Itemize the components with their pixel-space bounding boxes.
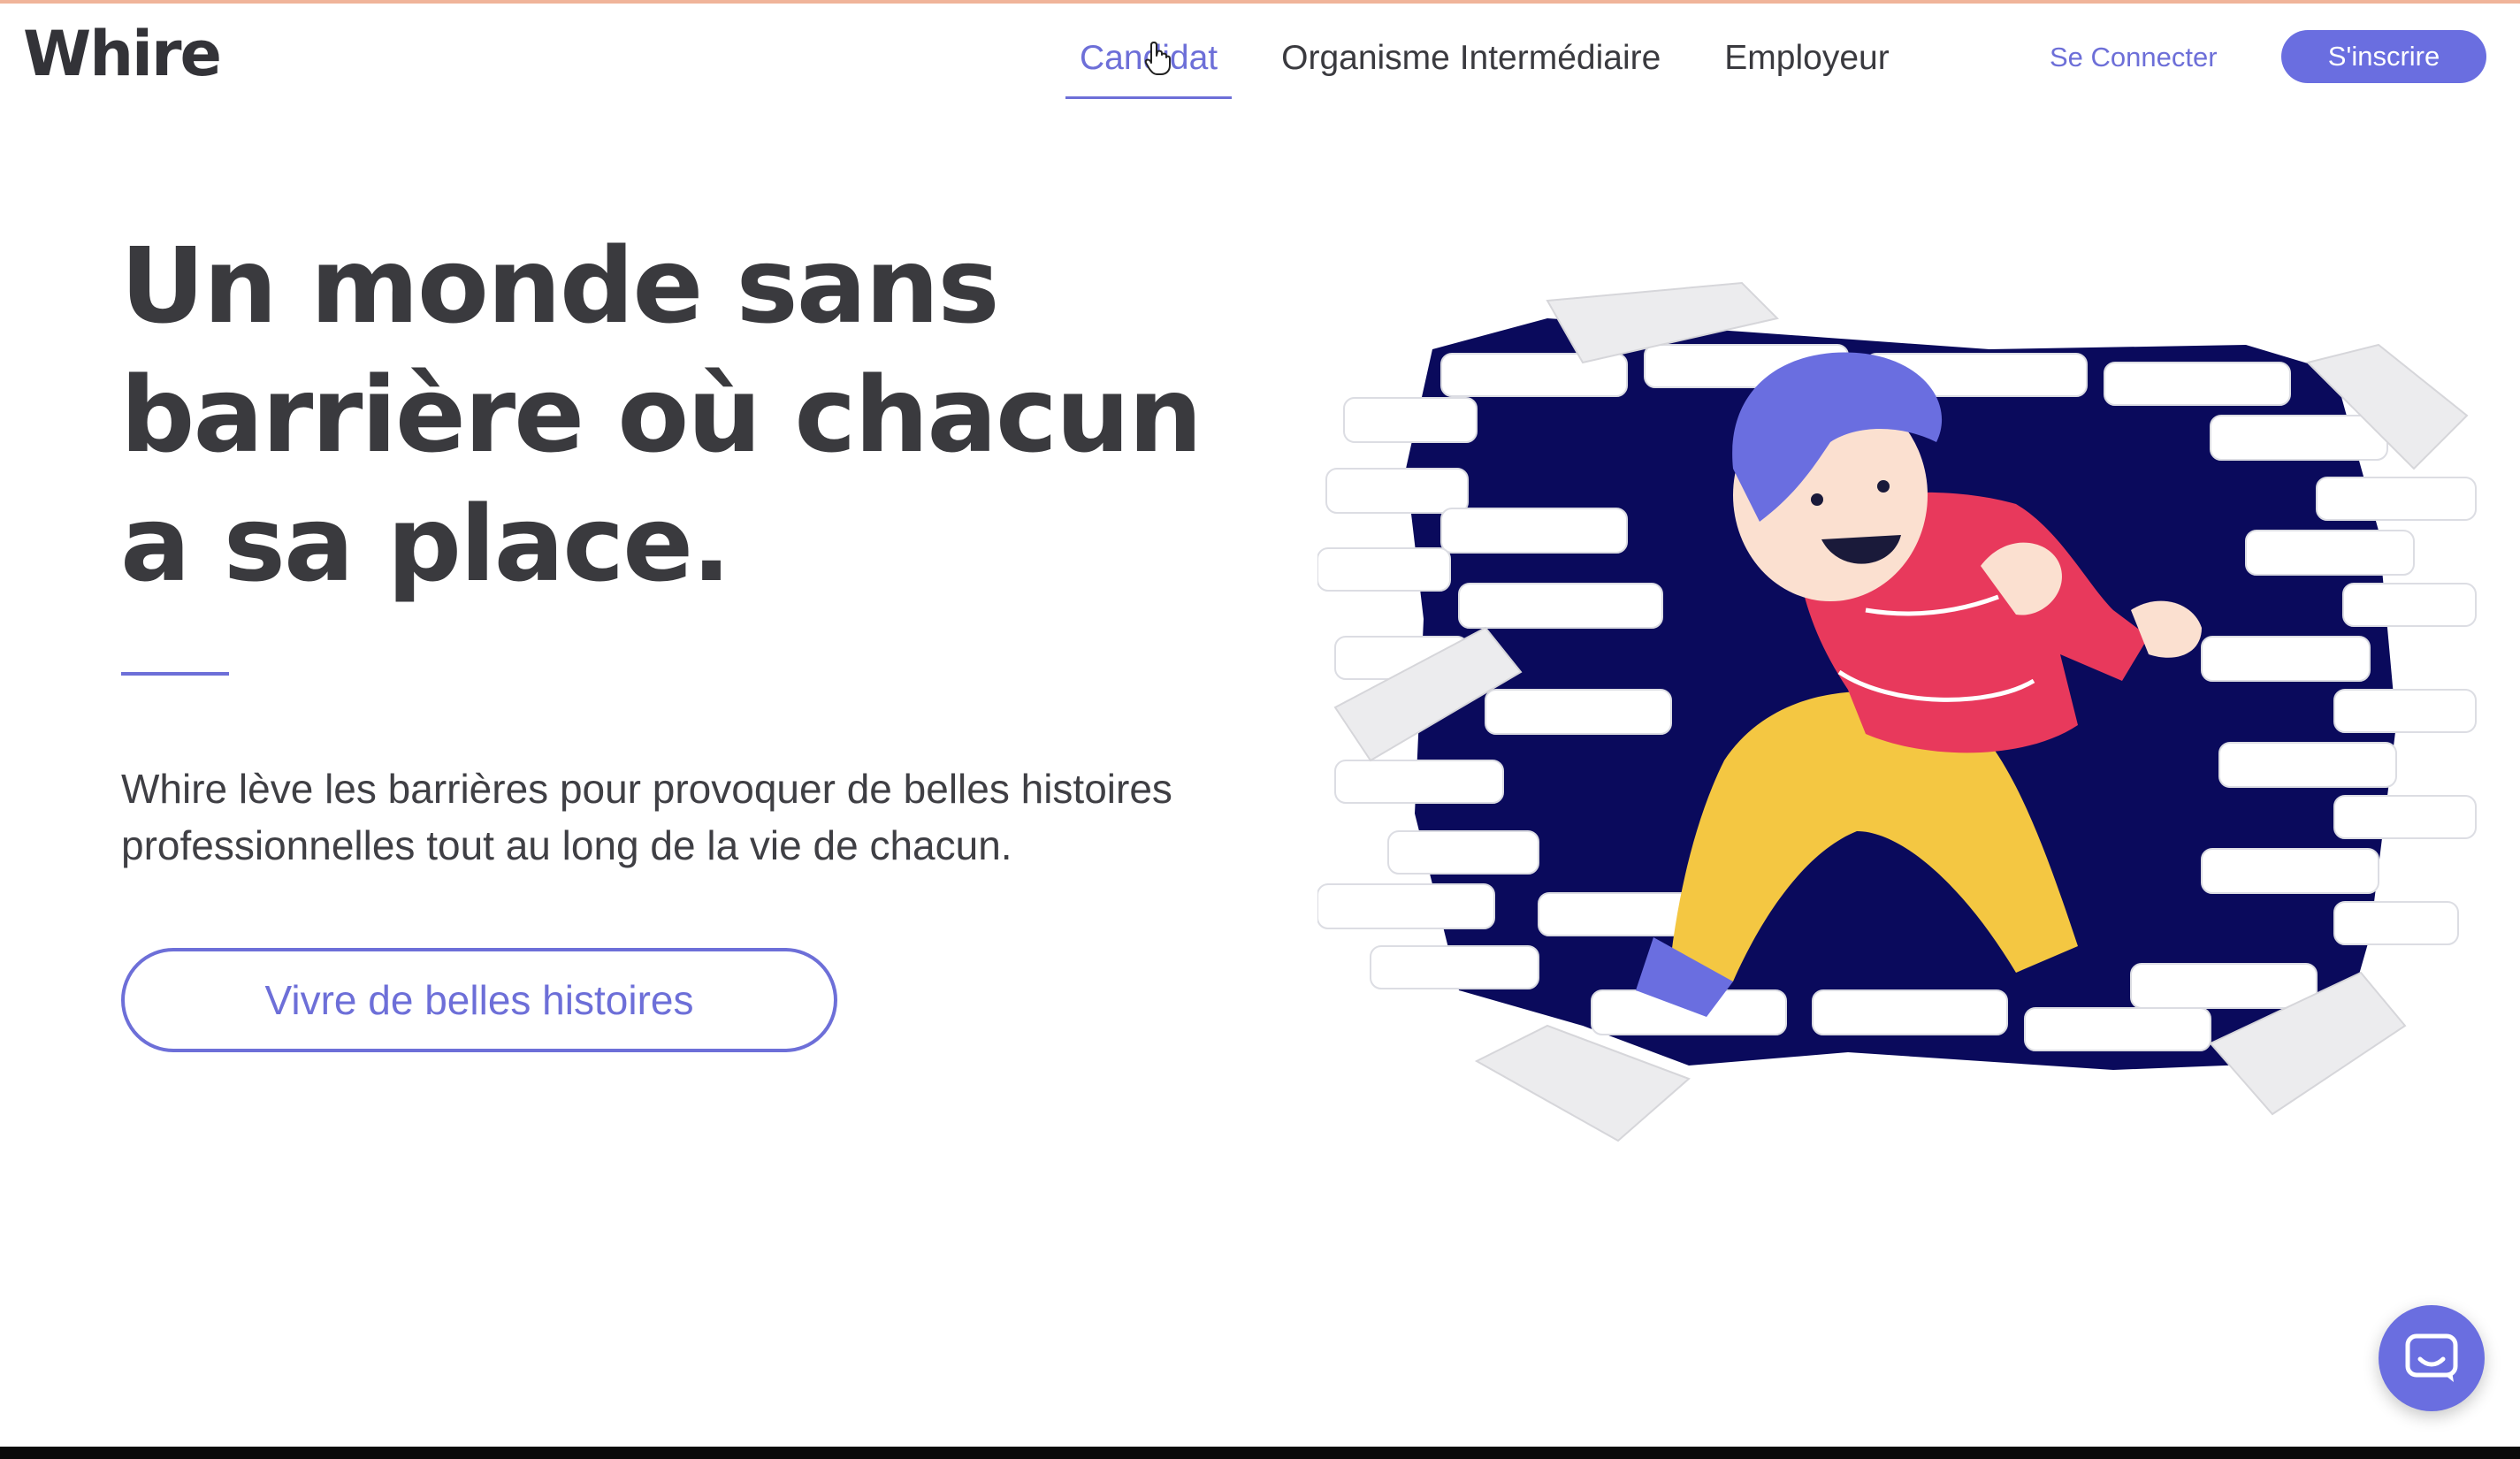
person-breaking-wall-illustration <box>1317 281 2477 1142</box>
hero-title: Un monde sans barrière où chacun a sa pl… <box>120 221 1270 608</box>
top-accent-bar <box>0 0 2520 4</box>
hero-title-line: barrière où chacun <box>120 354 1203 476</box>
hand-pointer-icon <box>1144 42 1171 75</box>
login-link[interactable]: Se Connecter <box>2050 32 2218 83</box>
chat-bubble-icon <box>2405 1333 2458 1382</box>
hero-description-line: professionnelles tout au long de la vie … <box>121 822 1012 868</box>
main-nav: Candidat Organisme Intermédiaire Employe… <box>1065 18 1939 99</box>
hero-divider <box>121 672 229 676</box>
page: Whire Candidat Organisme Intermédiaire E… <box>0 0 2520 1459</box>
signup-button[interactable]: S'inscrire <box>2281 30 2486 83</box>
chat-button[interactable] <box>2379 1305 2485 1411</box>
hero-title-line: Un monde sans <box>120 225 1000 347</box>
hero-title-line: a sa place. <box>120 483 731 605</box>
hero-description: Whire lève les barrières pour provoquer … <box>121 760 1288 874</box>
bottom-bar <box>0 1447 2520 1459</box>
nav-item-employeur[interactable]: Employeur <box>1710 18 1903 99</box>
cta-button[interactable]: Vivre de belles histoires <box>121 948 837 1052</box>
nav-item-organisme-intermediaire[interactable]: Organisme Intermédiaire <box>1267 18 1675 99</box>
whire-logo[interactable]: Whire <box>23 5 222 103</box>
hero-description-line: Whire lève les barrières pour provoquer … <box>121 766 1172 812</box>
